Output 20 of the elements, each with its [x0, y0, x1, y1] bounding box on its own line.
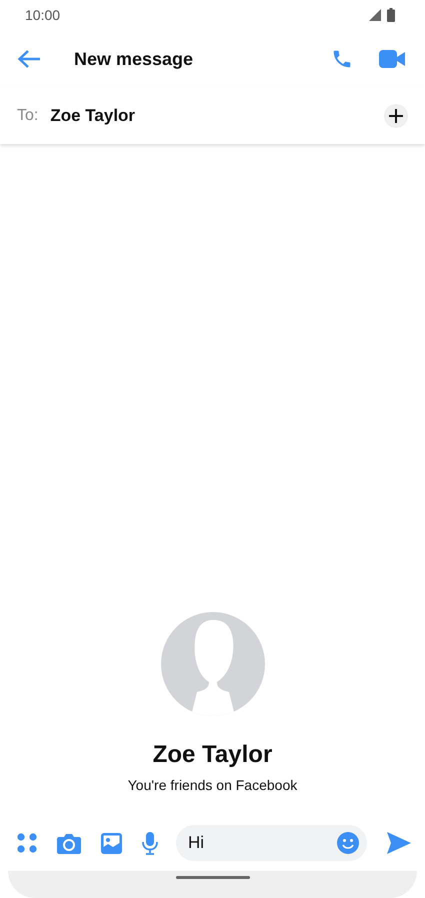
friendship-note: You're friends on Facebook — [128, 777, 298, 793]
emoji-icon[interactable] — [337, 832, 359, 854]
signal-icon — [369, 9, 381, 21]
message-input-field[interactable]: Hi — [176, 825, 367, 861]
add-recipient-button[interactable] — [384, 104, 408, 128]
apps-icon[interactable] — [17, 833, 37, 853]
plus-icon — [389, 109, 403, 123]
to-label: To: — [17, 107, 38, 125]
profile-name: Zoe Taylor — [152, 741, 272, 769]
send-icon[interactable] — [387, 832, 411, 854]
back-arrow-icon[interactable] — [17, 49, 41, 69]
battery-icon — [387, 8, 395, 22]
gallery-icon[interactable] — [101, 832, 122, 854]
recipient-name[interactable]: Zoe Taylor — [50, 106, 384, 126]
header-title: New message — [74, 48, 194, 70]
video-camera-icon[interactable] — [379, 50, 405, 68]
camera-icon[interactable] — [57, 832, 81, 854]
phone-icon[interactable] — [331, 48, 353, 70]
status-time: 10:00 — [25, 7, 60, 23]
microphone-icon[interactable] — [142, 832, 158, 854]
